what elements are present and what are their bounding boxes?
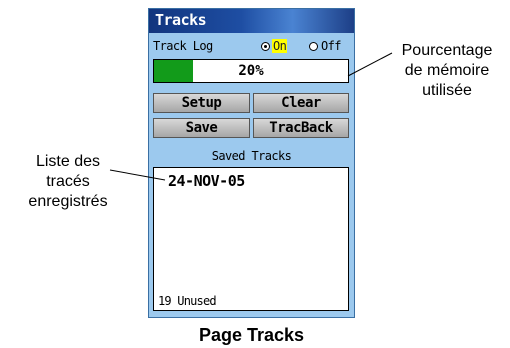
memory-callout-line1: Pourcentage (401, 42, 493, 59)
list-callout-line2: tracés (46, 173, 90, 190)
memory-callout-line (347, 52, 393, 77)
list-callout-line (109, 169, 166, 181)
figure-caption: Page Tracks (198, 325, 305, 345)
memory-callout-line2: de mémoire (404, 62, 490, 79)
memory-callout-line3: utilisée (422, 82, 472, 99)
list-callout-line1: Liste des (35, 153, 101, 170)
list-callout: Liste des tracés enregistrés (20, 152, 116, 212)
list-callout-line3: enregistrés (28, 193, 108, 210)
memory-callout: Pourcentage de mémoire utilisée (388, 41, 506, 101)
